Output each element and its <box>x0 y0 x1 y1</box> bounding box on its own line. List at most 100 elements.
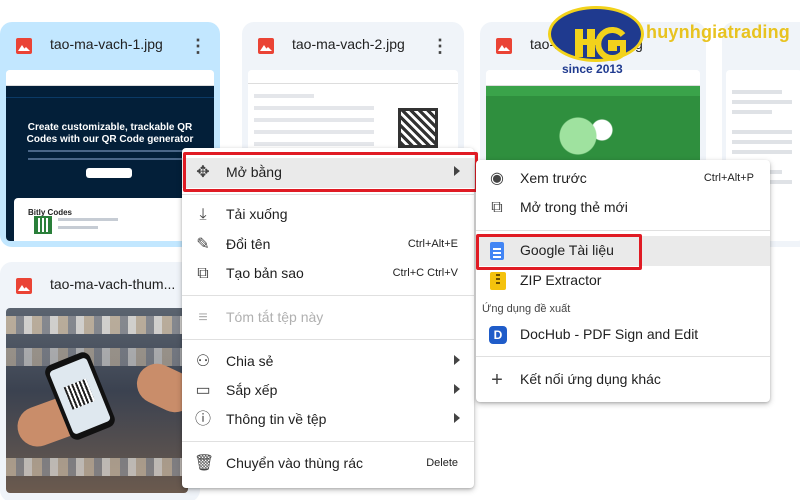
menu-item-shortcut: Ctrl+Alt+P <box>703 172 754 184</box>
image-file-icon <box>496 38 512 54</box>
menu-item-shortcut: Ctrl+C Ctrl+V <box>392 267 458 279</box>
menu-item-label: Chuyển vào thùng rác <box>226 455 363 471</box>
submenu-item-zip-extractor[interactable]: ZIP Extractor <box>476 266 770 296</box>
menu-item-label: Google Tài liệu <box>520 242 614 258</box>
thumb-text-line <box>254 106 374 110</box>
info-icon: ⓘ <box>194 411 211 428</box>
menu-item-label: Tóm tắt tệp này <box>226 309 324 325</box>
drive-file-grid: tao-ma-vach-1.jpg ⋮ Create customizable,… <box>0 0 800 500</box>
menu-item-label: Thông tin về tệp <box>226 411 327 427</box>
plus-icon: + <box>491 369 503 391</box>
summarize-icon: ≡ <box>198 309 208 326</box>
submenu-item-preview[interactable]: ◉ Xem trước Ctrl+Alt+P <box>476 164 770 194</box>
google-docs-icon <box>490 242 504 260</box>
thumb-browser-bar <box>6 70 214 86</box>
menu-item-label: Mở bằng <box>226 164 282 180</box>
menu-item-share[interactable]: ⚇ Chia sẻ <box>182 347 474 377</box>
photo-hand <box>130 357 188 419</box>
file-card-header: tao-ma-vach-2.jpg ⋮ <box>242 22 464 68</box>
chevron-right-icon <box>454 355 460 365</box>
thumb-text-line <box>254 130 374 134</box>
menu-item-summarize: ≡ Tóm tắt tệp này <box>182 303 474 333</box>
more-vert-icon[interactable]: ⋮ <box>428 34 452 58</box>
edit-icon: ✎ <box>196 236 210 253</box>
menu-item-label: Sắp xếp <box>226 382 278 398</box>
thumb-hero-title: Create customizable, trackable QR Codes … <box>26 122 194 145</box>
logo-brand-name: huynhgiatrading <box>646 22 790 42</box>
thumb-browser-bar <box>248 70 458 84</box>
context-menu: ✥ Mở bằng ⤓ Tải xuống ✎ Đổi tên Ctrl+Alt… <box>182 148 474 488</box>
menu-divider <box>182 441 474 442</box>
menu-item-open-with[interactable]: ✥ Mở bằng <box>182 158 474 188</box>
suggested-apps-header: Ứng dụng đề xuất <box>482 303 571 315</box>
thumb-text-line <box>732 100 792 104</box>
thumb-qr-code <box>34 216 52 234</box>
menu-item-shortcut: Ctrl+Alt+E <box>407 238 458 250</box>
move-icon: ✥ <box>196 164 210 181</box>
menu-item-trash[interactable]: 🗑 Chuyển vào thùng rác Delete <box>182 449 474 479</box>
menu-item-label: Đổi tên <box>226 236 271 252</box>
chevron-right-icon <box>454 384 460 394</box>
zip-icon <box>490 272 506 290</box>
eye-icon: ◉ <box>490 170 504 187</box>
submenu-item-google-docs[interactable]: Google Tài liệu <box>476 236 770 266</box>
menu-divider <box>182 194 474 195</box>
image-file-icon <box>258 38 274 54</box>
submenu-item-connect-more[interactable]: + Kết nối ứng dụng khác <box>476 365 770 395</box>
menu-divider <box>182 295 474 296</box>
file-thumbnail-photo <box>6 308 188 493</box>
menu-item-label: DocHub - PDF Sign and Edit <box>520 326 699 342</box>
menu-item-shortcut: Delete <box>426 457 458 469</box>
submenu-item-open-new-tab[interactable]: ⧉ Mở trong thẻ mới <box>476 193 770 223</box>
menu-item-make-copy[interactable]: ⧉ Tạo bản sao Ctrl+C Ctrl+V <box>182 259 474 289</box>
menu-divider <box>476 356 770 357</box>
thumb-nav-bar <box>486 86 700 96</box>
file-name: tao-ma-vach-1.jpg <box>50 36 163 52</box>
thumb-text-line <box>732 90 782 94</box>
logo-oval <box>548 6 644 62</box>
chevron-right-icon <box>454 413 460 423</box>
open-with-submenu: ◉ Xem trước Ctrl+Alt+P ⧉ Mở trong thẻ mớ… <box>476 160 770 402</box>
photo-shelf <box>6 458 188 476</box>
folder-icon: ▭ <box>195 382 211 399</box>
menu-item-file-info[interactable]: ⓘ Thông tin về tệp <box>182 405 474 435</box>
brand-logo: since 2013 huynhgiatrading <box>548 0 800 82</box>
image-file-icon <box>16 278 32 294</box>
photo-qr-code <box>63 378 95 410</box>
menu-item-rename[interactable]: ✎ Đổi tên Ctrl+Alt+E <box>182 230 474 260</box>
menu-item-label: Xem trước <box>520 170 587 186</box>
file-card-header: tao-ma-vach-1.jpg ⋮ <box>0 22 220 68</box>
more-vert-icon[interactable]: ⋮ <box>186 34 210 58</box>
logo-since: since 2013 <box>562 62 623 76</box>
image-file-icon <box>16 38 32 54</box>
thumb-text-line <box>58 226 98 229</box>
menu-item-organize[interactable]: ▭ Sắp xếp <box>182 376 474 406</box>
thumb-text-line <box>254 142 374 146</box>
thumb-text-line <box>732 110 772 114</box>
thumb-nav-bar <box>6 86 214 98</box>
logo-mark-icon <box>575 27 626 61</box>
thumb-qr-code <box>398 108 438 148</box>
thumb-text-line <box>732 140 792 144</box>
person-add-icon: ⚇ <box>195 353 211 370</box>
menu-item-label: Mở trong thẻ mới <box>520 199 628 215</box>
thumb-hero-subtitle <box>28 150 192 160</box>
menu-item-label: ZIP Extractor <box>520 272 602 288</box>
chevron-right-icon <box>454 166 460 176</box>
open-in-new-icon: ⧉ <box>491 199 503 216</box>
menu-item-label: Kết nối ứng dụng khác <box>520 371 661 387</box>
thumb-text-line <box>254 118 374 122</box>
menu-item-download[interactable]: ⤓ Tải xuống <box>182 200 474 230</box>
copy-icon: ⧉ <box>197 265 209 282</box>
file-card-header: tao-ma-vach-thum... <box>0 262 200 308</box>
menu-item-label: Chia sẻ <box>226 353 274 369</box>
submenu-item-dochub[interactable]: D DocHub - PDF Sign and Edit <box>476 320 770 350</box>
file-name: tao-ma-vach-thum... <box>50 276 176 292</box>
menu-item-label: Tạo bản sao <box>226 265 304 281</box>
menu-item-label: Tải xuống <box>226 206 288 222</box>
file-name: tao-ma-vach-2.jpg <box>292 36 405 52</box>
dochub-icon: D <box>489 326 507 344</box>
thumb-text-line <box>732 130 792 134</box>
thumb-text-line <box>58 218 118 221</box>
photo-shelf <box>6 316 188 334</box>
